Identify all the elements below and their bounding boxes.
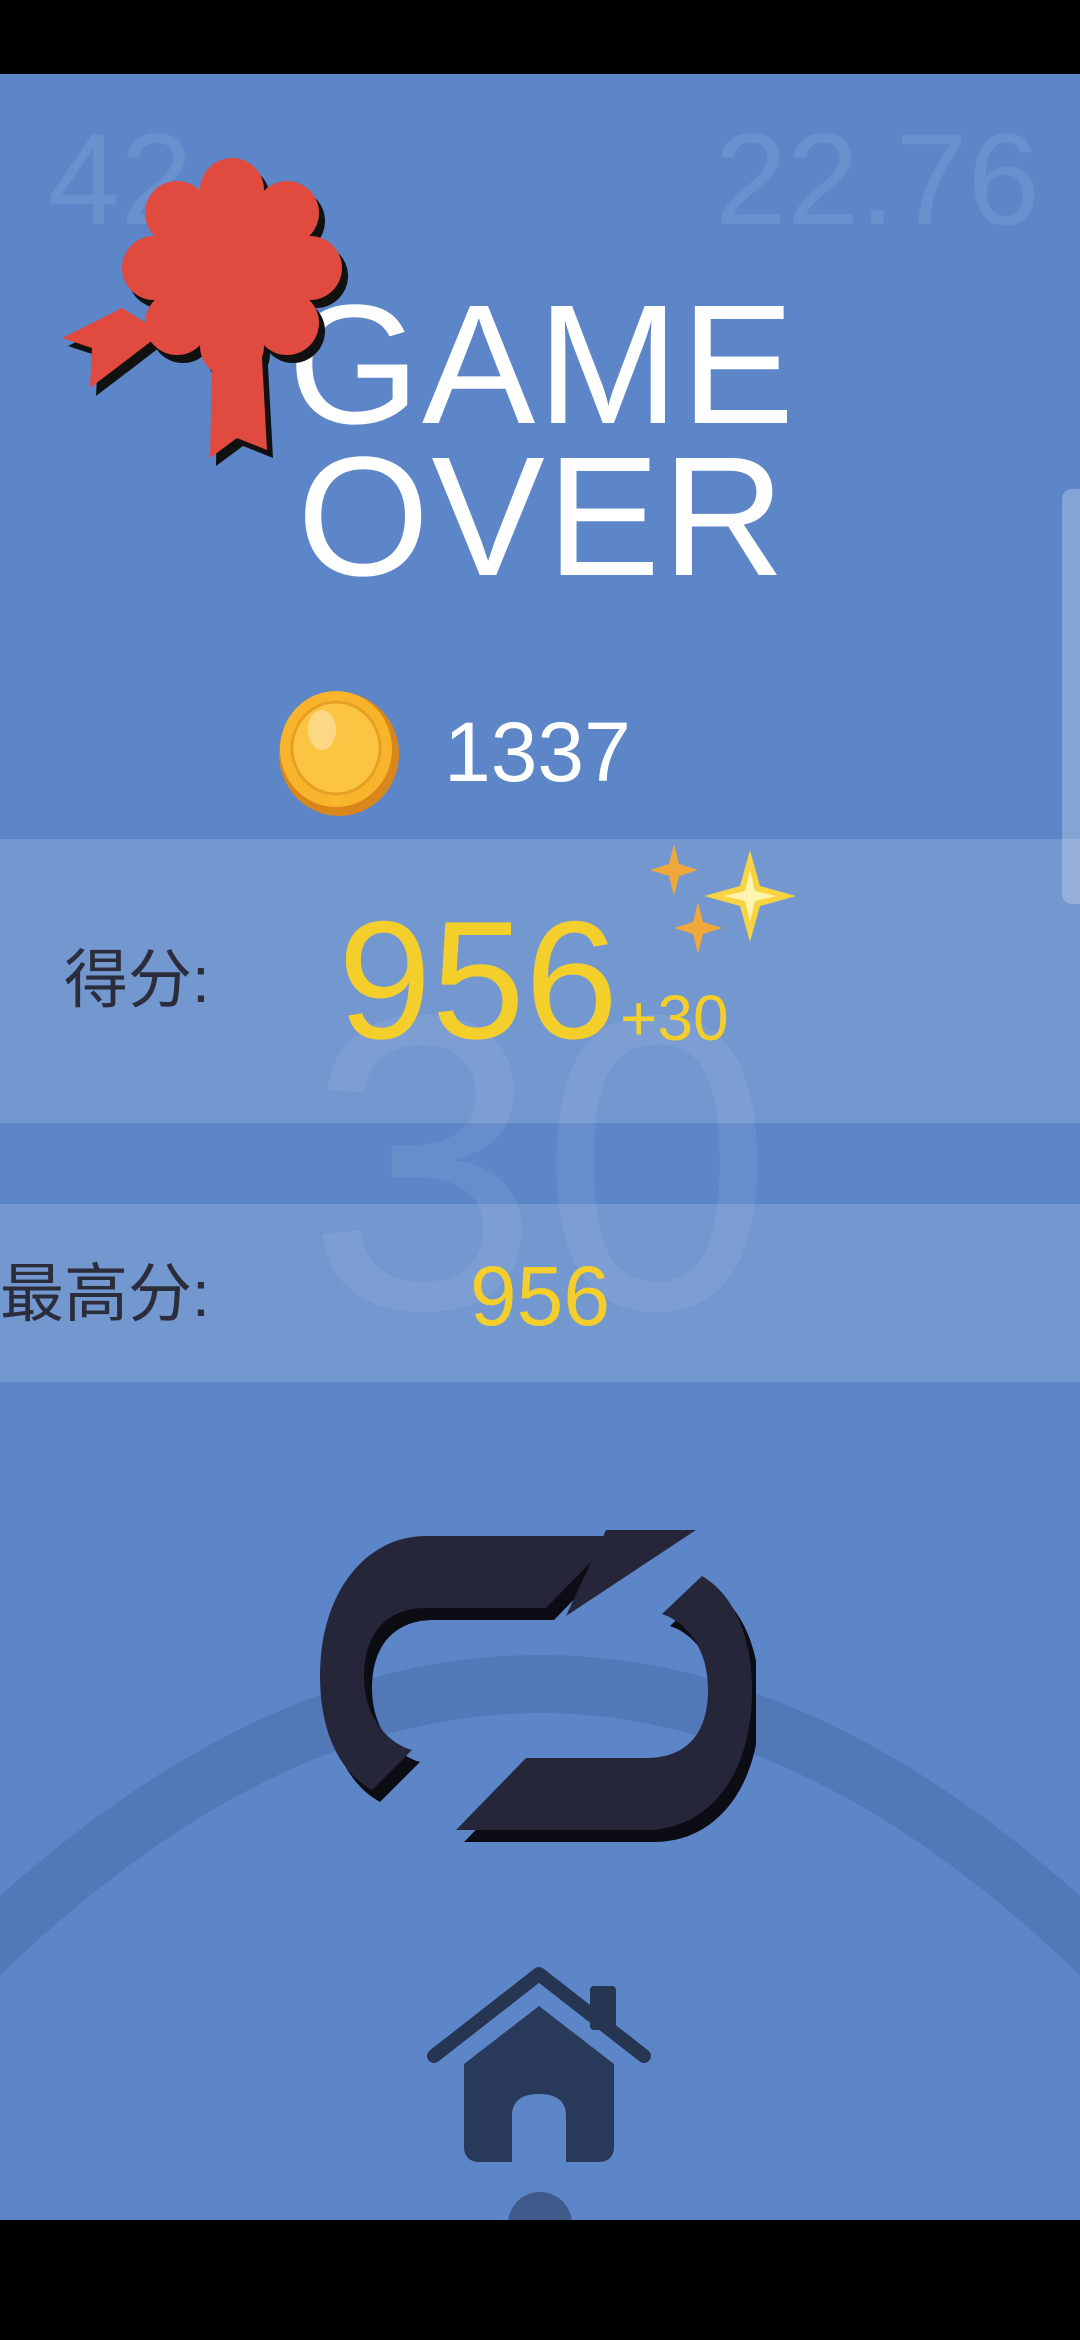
coin-icon xyxy=(279,691,399,816)
navigation-bar xyxy=(0,2220,1080,2340)
restart-icon xyxy=(320,1530,756,1842)
hud-right-value: 22.76 xyxy=(714,106,1040,252)
score-label: 得分: xyxy=(64,944,210,1016)
home-button[interactable] xyxy=(424,1966,654,2166)
award-ribbon-icon xyxy=(62,158,348,466)
coin-count: 1337 xyxy=(444,705,631,799)
game-over-screen: 42 22.76 30 GAME OVER 1337 得分: 956 +30 最… xyxy=(0,74,1080,2220)
status-bar xyxy=(0,0,1080,74)
best-score-value: 956 xyxy=(469,1249,611,1343)
home-icon xyxy=(427,1967,651,2162)
sparkles-icon xyxy=(650,844,796,954)
restart-button[interactable] xyxy=(316,1530,756,1850)
score-value: 956 xyxy=(338,886,619,1074)
score-bonus: +30 xyxy=(620,982,729,1054)
